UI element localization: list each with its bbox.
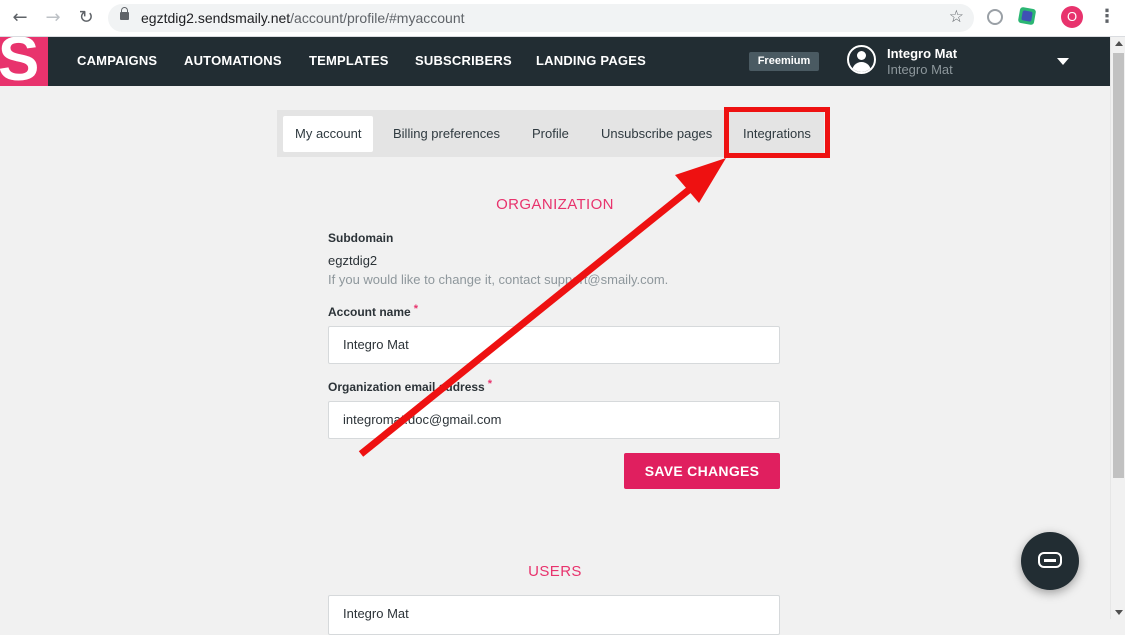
scroll-down-icon[interactable] xyxy=(1115,610,1123,615)
page-scrollbar[interactable] xyxy=(1110,37,1125,619)
arrow-shaft xyxy=(358,186,693,457)
scroll-up-icon[interactable] xyxy=(1115,41,1123,46)
scroll-thumb[interactable] xyxy=(1113,53,1124,478)
annotation-arrow xyxy=(358,158,726,457)
